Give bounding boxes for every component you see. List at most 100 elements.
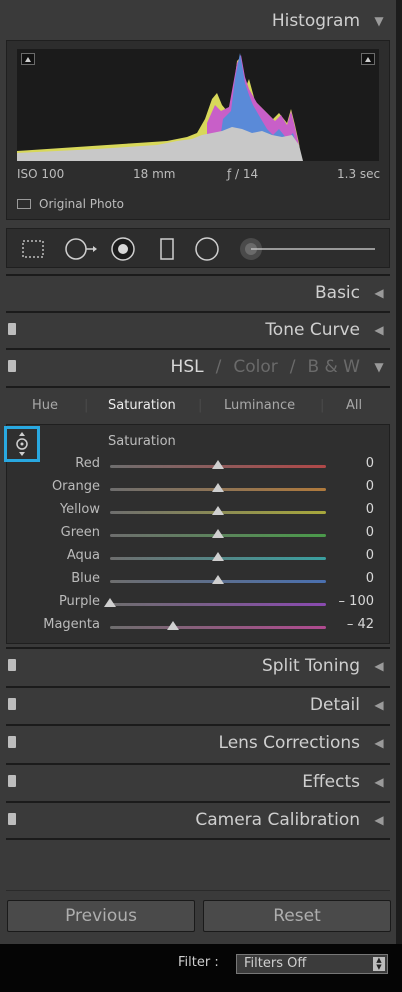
collapse-left-triangle-icon[interactable]: ◀ (374, 323, 384, 337)
slider-thumb[interactable] (212, 483, 224, 492)
basic-title: Basic (314, 283, 360, 303)
collapse-left-triangle-icon[interactable]: ◀ (374, 286, 384, 300)
slider-value[interactable]: 0 (366, 525, 374, 540)
hsl-panel-header[interactable]: HSL / Color / B & W ▼ (0, 350, 396, 384)
shadow-clipping-indicator[interactable] (21, 53, 35, 65)
tab-saturation[interactable]: Saturation (108, 398, 176, 413)
panel-toggle-switch-icon[interactable] (8, 775, 16, 787)
slider-thumb[interactable] (104, 598, 116, 607)
reset-button[interactable]: Reset (203, 900, 391, 932)
exif-iso: ISO 100 (17, 167, 65, 181)
histogram-header[interactable]: Histogram ▼ (0, 4, 396, 38)
slider-thumb[interactable] (212, 552, 224, 561)
collapse-triangle-icon[interactable]: ▼ (374, 14, 384, 28)
filter-label: Filter : (178, 955, 219, 970)
slider-value[interactable]: 0 (366, 456, 374, 471)
collapse-left-triangle-icon[interactable]: ◀ (374, 698, 384, 712)
original-photo-toggle[interactable]: Original Photo (17, 197, 124, 211)
slider-value[interactable]: 0 (366, 548, 374, 563)
tab-separator: | (198, 397, 203, 413)
slider-thumb[interactable] (166, 621, 179, 630)
collapse-left-triangle-icon[interactable]: ◀ (374, 813, 384, 827)
histogram-box: ISO 100 18 mm ƒ / 14 1.3 sec Original Ph… (6, 40, 390, 220)
tab-separator: | (84, 397, 89, 413)
slider-thumb[interactable] (212, 529, 224, 538)
panel-toggle-switch-icon[interactable] (8, 813, 16, 825)
histogram-curve (17, 53, 303, 161)
filter-select[interactable]: Filters Off ▲ ▼ (236, 954, 388, 974)
spot-removal-icon[interactable] (65, 237, 99, 261)
camera-calibration-panel-header[interactable]: Camera Calibration ◀ (0, 803, 396, 837)
slider-value[interactable]: – 42 (347, 617, 374, 632)
tab-all[interactable]: All (346, 398, 362, 413)
original-photo-label: Original Photo (39, 197, 125, 211)
slider-thumb[interactable] (212, 460, 224, 469)
graduated-filter-icon[interactable] (155, 237, 179, 261)
slider-label: Red (75, 456, 100, 471)
slider-thumb[interactable] (212, 506, 224, 515)
panel-divider (6, 838, 390, 840)
split-toning-panel-header[interactable]: Split Toning ◀ (0, 649, 396, 683)
collapse-left-triangle-icon[interactable]: ◀ (374, 775, 384, 789)
collapse-left-triangle-icon[interactable]: ◀ (374, 736, 384, 750)
tone-curve-title: Tone Curve (265, 320, 360, 340)
target-adjust-icon (16, 432, 28, 456)
lens-corrections-panel-header[interactable]: Lens Corrections ◀ (0, 726, 396, 760)
hsl-tab-bar: Hue | Saturation | Luminance | All (6, 390, 390, 420)
tab-separator: | (320, 397, 325, 413)
hsl-separator: / (215, 357, 222, 377)
lens-corrections-title: Lens Corrections (218, 733, 360, 753)
slider-row-blue: Blue 0 (0, 571, 396, 594)
slider-row-green: Green 0 (0, 525, 396, 548)
slider-row-orange: Orange 0 (0, 479, 396, 502)
tab-luminance[interactable]: Luminance (224, 398, 295, 413)
bw-title[interactable]: B & W (307, 357, 360, 377)
panel-scrollbar-track[interactable] (396, 0, 402, 944)
slider-value[interactable]: 0 (366, 502, 374, 517)
panel-divider (6, 386, 390, 388)
slider-label: Magenta (43, 617, 100, 632)
slider-track[interactable] (110, 626, 326, 629)
tab-hue[interactable]: Hue (32, 398, 58, 413)
select-updown-icon: ▲ ▼ (373, 957, 385, 971)
slider-label: Blue (71, 571, 100, 586)
slider-label: Yellow (59, 502, 100, 517)
slider-value[interactable]: – 100 (339, 594, 374, 609)
slider-label: Purple (58, 594, 100, 609)
detail-panel-header[interactable]: Detail ◀ (0, 688, 396, 722)
panel-toggle-switch-icon[interactable] (8, 698, 16, 710)
crop-overlay-icon[interactable] (21, 237, 45, 261)
filter-value: Filters Off (244, 956, 307, 971)
adjustment-brush-icon[interactable] (237, 237, 377, 261)
highlight-clipping-indicator[interactable] (361, 53, 375, 65)
camera-calibration-title: Camera Calibration (195, 810, 360, 830)
slider-row-magenta: Magenta – 42 (0, 617, 396, 640)
panel-toggle-switch-icon[interactable] (8, 323, 16, 335)
hsl-title[interactable]: HSL (171, 357, 204, 377)
basic-panel-header[interactable]: Basic ◀ (0, 276, 396, 310)
slider-label: Orange (51, 479, 100, 494)
detail-title: Detail (309, 695, 360, 715)
tone-curve-panel-header[interactable]: Tone Curve ◀ (0, 313, 396, 347)
collapse-triangle-icon[interactable]: ▼ (374, 360, 384, 374)
collapse-left-triangle-icon[interactable]: ◀ (374, 659, 384, 673)
effects-panel-header[interactable]: Effects ◀ (0, 765, 396, 799)
red-eye-icon[interactable] (111, 237, 135, 261)
panel-toggle-switch-icon[interactable] (8, 659, 16, 671)
tool-strip (6, 228, 390, 268)
slider-track[interactable] (110, 603, 326, 606)
filter-bar: Filter : Filters Off ▲ ▼ (0, 944, 402, 992)
exif-focal-length: 18 mm (133, 167, 176, 181)
slider-value[interactable]: 0 (366, 479, 374, 494)
slider-thumb[interactable] (212, 575, 224, 584)
checkbox-icon[interactable] (17, 199, 31, 209)
hsl-separator: / (289, 357, 296, 377)
previous-button[interactable]: Previous (7, 900, 195, 932)
panel-toggle-switch-icon[interactable] (8, 736, 16, 748)
radial-filter-icon[interactable] (195, 237, 219, 261)
slider-value[interactable]: 0 (366, 571, 374, 586)
slider-row-purple: Purple – 100 (0, 594, 396, 617)
panel-toggle-switch-icon[interactable] (8, 360, 16, 372)
slider-label: Aqua (66, 548, 100, 563)
color-title[interactable]: Color (233, 357, 277, 377)
